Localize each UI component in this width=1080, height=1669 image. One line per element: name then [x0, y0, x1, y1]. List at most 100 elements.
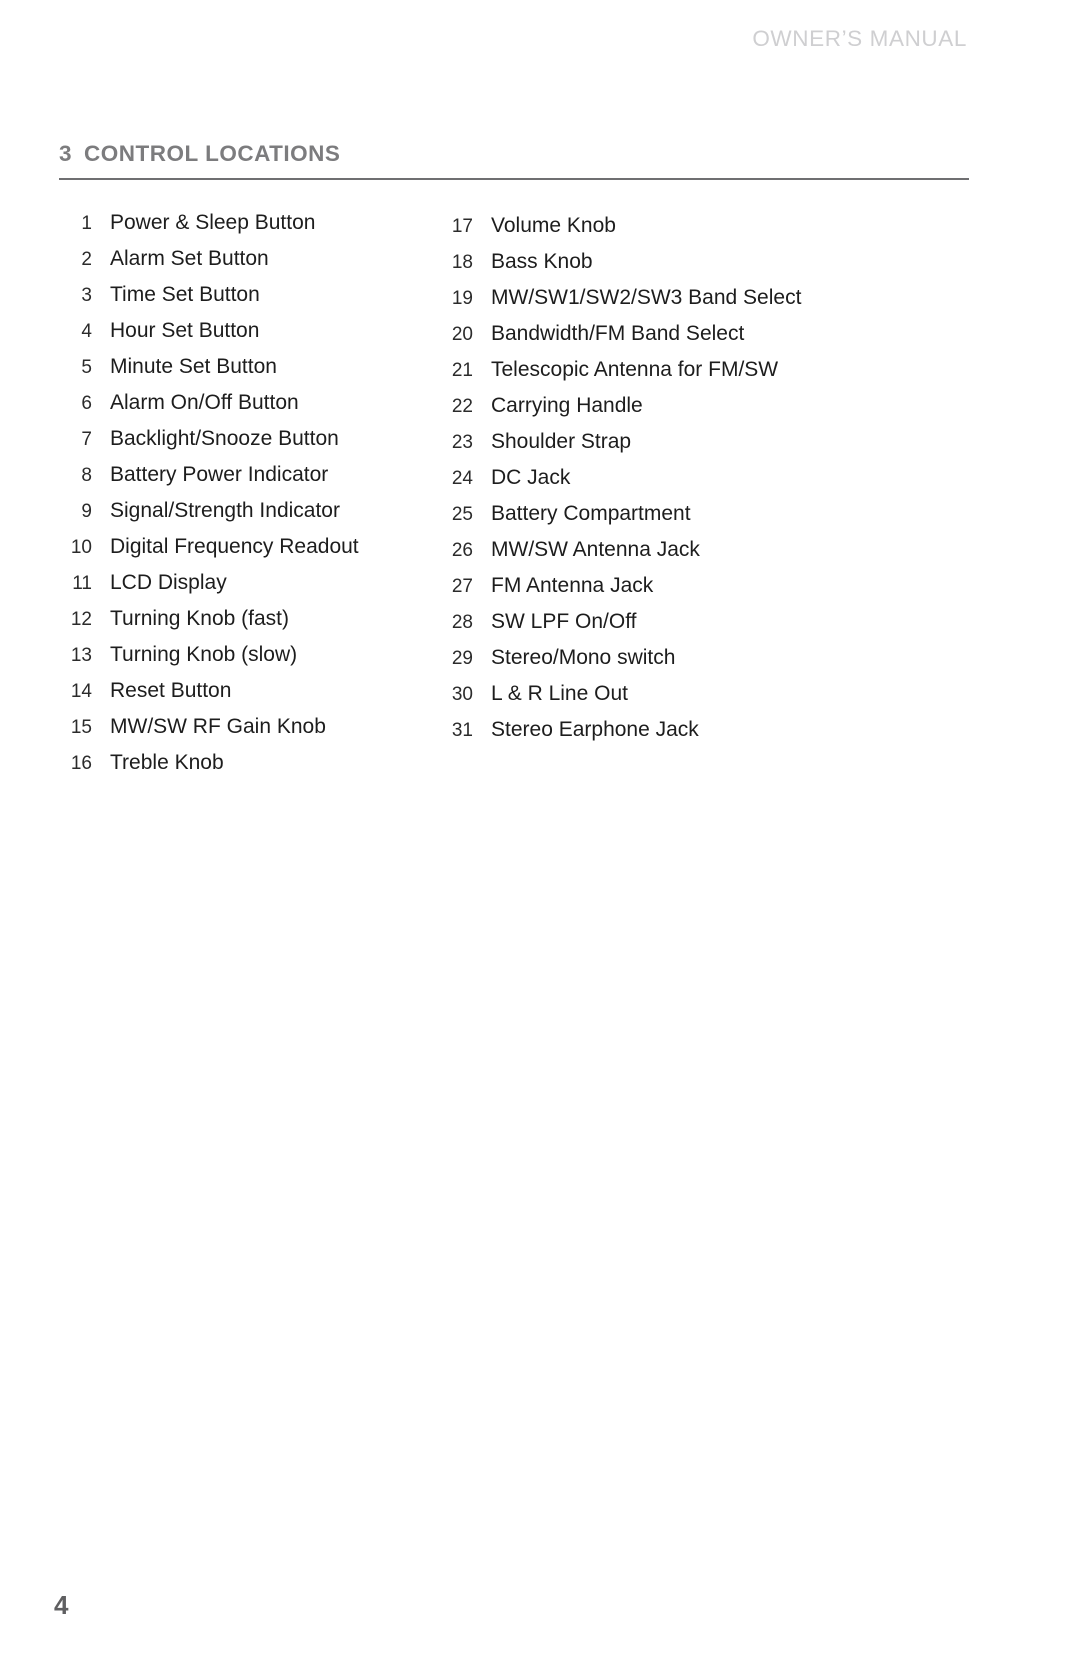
control-item-number: 13 — [70, 645, 92, 666]
control-item-number: 14 — [70, 681, 92, 702]
section-title: CONTROL LOCATIONS — [84, 141, 341, 166]
control-item-label: Volume Knob — [491, 214, 616, 237]
control-item-number: 1 — [81, 213, 92, 234]
control-list-item: 21 Telescopic Antenna for FM/SW — [440, 352, 801, 388]
control-item-number: 20 — [451, 324, 473, 345]
control-list-item: 5 Minute Set Button — [59, 349, 359, 385]
control-list-item: 26 MW/SW Antenna Jack — [440, 532, 801, 568]
control-list-item: 29 Stereo/Mono switch — [440, 640, 801, 676]
control-item-label: SW LPF On/Off — [491, 610, 637, 633]
control-list-item: 14 Reset Button — [59, 673, 359, 709]
control-item-label: Backlight/Snooze Button — [110, 427, 339, 450]
control-item-label: Alarm On/Off Button — [110, 391, 299, 414]
control-item-label: Carrying Handle — [491, 394, 643, 417]
control-item-number: 31 — [451, 720, 473, 741]
control-item-number: 17 — [451, 216, 473, 237]
control-item-number: 11 — [72, 573, 92, 594]
control-item-label: FM Antenna Jack — [491, 574, 654, 597]
control-list-item: 4 Hour Set Button — [59, 313, 359, 349]
control-item-number: 15 — [70, 717, 92, 738]
control-item-label: MW/SW Antenna Jack — [491, 538, 700, 561]
control-list-item: 10 Digital Frequency Readout — [59, 529, 359, 565]
page-number: 4 — [54, 1590, 69, 1620]
control-item-number: 9 — [81, 501, 92, 522]
control-item-number: 4 — [81, 321, 92, 342]
control-item-number: 30 — [451, 684, 473, 705]
control-list-item: 16 Treble Knob — [59, 745, 359, 781]
control-list-item: 11 LCD Display — [59, 565, 359, 601]
control-list-item: 8 Battery Power Indicator — [59, 457, 359, 493]
control-item-number: 23 — [451, 432, 473, 453]
control-item-label: LCD Display — [110, 571, 227, 594]
control-item-number: 25 — [451, 504, 473, 525]
control-list-item: 1 Power & Sleep Button — [59, 205, 359, 241]
control-list-item: 30 L & R Line Out — [440, 676, 801, 712]
control-item-label: Hour Set Button — [110, 319, 260, 342]
control-item-number: 28 — [451, 612, 473, 633]
control-list-item: 31 Stereo Earphone Jack — [440, 712, 801, 748]
control-item-label: Treble Knob — [110, 751, 224, 774]
control-item-label: MW/SW RF Gain Knob — [110, 715, 326, 738]
control-item-number: 3 — [81, 285, 92, 306]
control-item-number: 29 — [451, 648, 473, 669]
control-item-label: Bass Knob — [491, 250, 593, 273]
control-item-number: 6 — [81, 393, 92, 414]
section-title-row: 3 CONTROL LOCATIONS — [59, 141, 969, 167]
control-item-label: Signal/Strength Indicator — [110, 499, 340, 522]
control-item-label: Power & Sleep Button — [110, 211, 316, 234]
manual-page: OWNER’S MANUAL 3 CONTROL LOCATIONS 1 Powe… — [0, 0, 1080, 1669]
control-list-left-column: 1 Power & Sleep Button 2 Alarm Set Button 3 T… — [59, 205, 359, 781]
section-header: 3 CONTROL LOCATIONS — [59, 141, 969, 180]
control-list-item: 28 SW LPF On/Off — [440, 604, 801, 640]
control-list-item: 3 Time Set Button — [59, 277, 359, 313]
control-list-item: 9 Signal/Strength Indicator — [59, 493, 359, 529]
control-list-item: 6 Alarm On/Off Button — [59, 385, 359, 421]
control-list-item: 23 Shoulder Strap — [440, 424, 801, 460]
control-list-item: 17 Volume Knob — [440, 208, 801, 244]
control-item-label: Telescopic Antenna for FM/SW — [491, 358, 779, 381]
section-divider-rule — [59, 178, 969, 180]
control-item-number: 19 — [451, 288, 473, 309]
control-list-item: 13 Turning Knob (slow) — [59, 637, 359, 673]
control-item-number: 5 — [81, 357, 92, 378]
control-list-item: 12 Turning Knob (fast) — [59, 601, 359, 637]
control-item-label: Stereo Earphone Jack — [491, 718, 699, 741]
control-item-label: Time Set Button — [110, 283, 260, 306]
control-item-number: 16 — [70, 753, 92, 774]
control-item-number: 26 — [451, 540, 473, 561]
control-list-right-column: 17 Volume Knob 18 Bass Knob 19 MW/SW1/SW2/SW3… — [440, 208, 802, 748]
control-item-label: Bandwidth/FM Band Select — [491, 322, 745, 345]
control-item-label: Stereo/Mono switch — [491, 646, 676, 669]
control-list-item: 25 Battery Compartment — [440, 496, 801, 532]
control-item-number: 18 — [451, 252, 473, 273]
control-item-number: 24 — [451, 468, 473, 489]
control-item-label: Reset Button — [110, 679, 232, 702]
control-list-item: 24 DC Jack — [440, 460, 801, 496]
control-list-item: 2 Alarm Set Button — [59, 241, 359, 277]
control-item-number: 8 — [81, 465, 92, 486]
control-list-item: 18 Bass Knob — [440, 244, 801, 280]
control-item-number: 27 — [451, 576, 473, 597]
control-item-label: DC Jack — [491, 466, 571, 489]
control-item-label: Turning Knob (slow) — [110, 643, 298, 666]
control-list-item: 27 FM Antenna Jack — [440, 568, 801, 604]
control-item-label: Alarm Set Button — [110, 247, 269, 270]
control-item-number: 21 — [451, 360, 473, 381]
control-item-label: Battery Power Indicator — [110, 463, 329, 486]
control-list-item: 22 Carrying Handle — [440, 388, 801, 424]
control-item-label: MW/SW1/SW2/SW3 Band Select — [491, 286, 802, 309]
control-item-number: 12 — [70, 609, 92, 630]
control-item-label: L & R Line Out — [491, 682, 628, 705]
control-item-number: 7 — [81, 429, 92, 450]
control-item-label: Minute Set Button — [110, 355, 277, 378]
control-item-number: 22 — [451, 396, 473, 417]
control-item-label: Turning Knob (fast) — [110, 607, 289, 630]
control-item-label: Battery Compartment — [491, 502, 691, 525]
control-list-item: 7 Backlight/Snooze Button — [59, 421, 359, 457]
control-list-item: 20 Bandwidth/FM Band Select — [440, 316, 801, 352]
control-item-number: 10 — [70, 537, 92, 558]
running-header-title: OWNER’S MANUAL — [752, 26, 967, 51]
section-number: 3 — [59, 141, 73, 166]
control-list-item: 19 MW/SW1/SW2/SW3 Band Select — [440, 280, 802, 316]
control-item-number: 2 — [81, 249, 92, 270]
